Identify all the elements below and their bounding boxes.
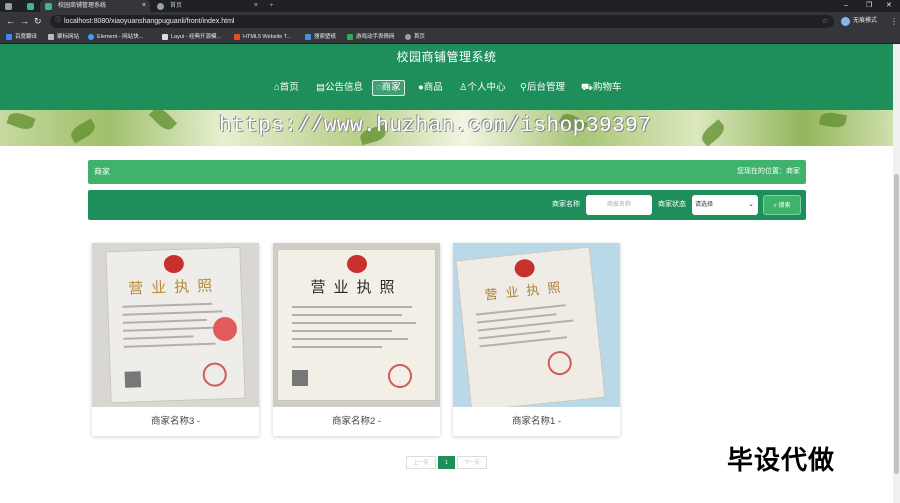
chevron-down-icon: ⌄ [748,201,754,208]
nav-item-admin[interactable]: ⚲后台管理 [517,80,568,96]
reload-icon[interactable]: ↻ [34,15,42,28]
next-page-button[interactable]: 下一页 [457,456,487,469]
merchant-card[interactable]: 营业执照 商家名称1 - [453,243,620,436]
merchant-name-input[interactable] [586,195,652,215]
info-icon[interactable]: ⓘ [55,15,61,28]
nav-item-cart[interactable]: ⛟购物车 [578,80,624,96]
cursor-highlight [213,317,237,341]
new-tab-button[interactable]: + [266,0,280,12]
nav-item-notices[interactable]: ▤公告信息 [313,80,366,96]
nav-item-merchants[interactable]: ◌商家 [372,80,405,96]
tab-title: 首页 [170,3,183,9]
notice-icon: ▤ [316,82,325,93]
back-icon[interactable]: ← [6,15,15,28]
close-icon[interactable]: × [142,0,146,12]
pinned-tab[interactable] [0,0,20,12]
address-row: ← → ↻ ⓘ localhost:8080/xiaoyuanshangpugu… [0,12,900,31]
merchant-name-label: 商家名称 [552,201,580,208]
url-text: localhost:8080/xiaoyuanshangpuguanli/fro… [64,18,235,25]
bookmark-star-icon[interactable]: ☆ [822,15,828,28]
site-title: 校园商铺管理系统 [396,50,497,64]
merchant-name[interactable]: 商家名称3 - [92,407,259,436]
pinned-tab[interactable] [22,0,40,12]
menu-icon[interactable]: ⋮ [890,15,898,28]
page-title: 商家 [94,167,110,176]
merchant-name[interactable]: 商家名称1 - [453,407,620,436]
merchant-status-select[interactable]: 请选择 ⌄ [692,195,758,215]
vue-icon [27,3,34,10]
avatar [841,17,850,26]
watermark-text: https://www.huzhan.com/ishop39397 [219,115,652,138]
globe-icon [5,3,12,10]
browser-tab-active[interactable]: 校园商铺管理系统 × [40,0,150,12]
bookmark-item[interactable]: 聚标网站 [48,31,79,44]
current-location: 您现在的位置：商家 [737,168,800,175]
close-icon[interactable]: × [254,0,258,12]
user-icon: ♙ [459,82,468,93]
bookmark-item[interactable]: HTML5 Website T... [234,31,291,44]
globe-icon [157,3,164,10]
scrollbar-thumb[interactable] [894,174,899,474]
banner-image: https://www.huzhan.com/ishop39397 [0,110,893,146]
site-header: 校园商铺管理系统 ⌂首页 ▤公告信息 ◌商家 ●商品 ♙个人中心 ⚲后台管理 ⛟… [0,44,893,110]
select-value: 请选择 [695,202,714,208]
vue-icon [45,3,52,10]
bookmark-item[interactable]: 首页 [405,31,425,44]
breadcrumb: 商家 您现在的位置：商家 [88,160,806,184]
bookmark-item[interactable]: Element - 网站快... [88,31,143,44]
promo-overlay-text: 毕设代做 [727,445,836,475]
page-number-button[interactable]: 1 [438,456,455,469]
nav-item-profile[interactable]: ♙个人中心 [456,80,509,96]
merchant-card[interactable]: 营业执照 商家名称2 - [273,243,440,436]
bookmarks-bar: 百度翻译 聚标网站 Element - 网站快... Layui - 经典开源模… [0,31,900,44]
business-license-image[interactable]: 营业执照 [92,243,259,407]
prev-page-button[interactable]: 上一页 [406,456,436,469]
profile-label: 无痕模式 [853,18,878,24]
forward-icon[interactable]: → [20,15,29,28]
business-license-image[interactable]: 营业执照 [273,243,440,407]
close-window-icon[interactable]: ✕ [886,0,892,12]
search-bar: 商家名称 商家状态 请选择 ⌄ ⌕ 搜索 [88,190,806,220]
bookmark-item[interactable]: 搜索壁纸 [305,31,336,44]
merchant-name[interactable]: 商家名称2 - [273,407,440,436]
url-bar[interactable]: ⓘ localhost:8080/xiaoyuanshangpuguanli/f… [50,15,834,28]
page-scrollbar[interactable] [893,44,900,503]
business-license-image[interactable]: 营业执照 [453,243,620,407]
bookmark-item[interactable]: Layui - 经典开源模... [162,31,221,44]
maximize-icon[interactable]: ❐ [866,0,872,12]
nav-item-products[interactable]: ●商品 [415,80,446,96]
bookmark-item[interactable]: 百度翻译 [6,31,37,44]
nav-item-home[interactable]: ⌂首页 [271,80,302,96]
cart-icon: ⛟ [581,82,593,93]
bookmark-item[interactable]: 游戏动手表情网 [347,31,395,44]
minimize-icon[interactable]: – [844,0,848,12]
incognito-profile[interactable]: 无痕模式 [841,15,877,28]
link-icon: ⚲ [520,82,527,93]
merchant-card[interactable]: 营业执照 商家名称3 - [92,243,259,436]
browser-tab[interactable]: 首页 × [152,0,262,12]
merchant-status-label: 商家状态 [658,201,686,208]
browser-tab-strip: 校园商铺管理系统 × 首页 × + – ❐ ✕ [0,0,900,12]
search-button[interactable]: ⌕ 搜索 [763,195,801,215]
tab-title: 校园商铺管理系统 [58,3,107,9]
